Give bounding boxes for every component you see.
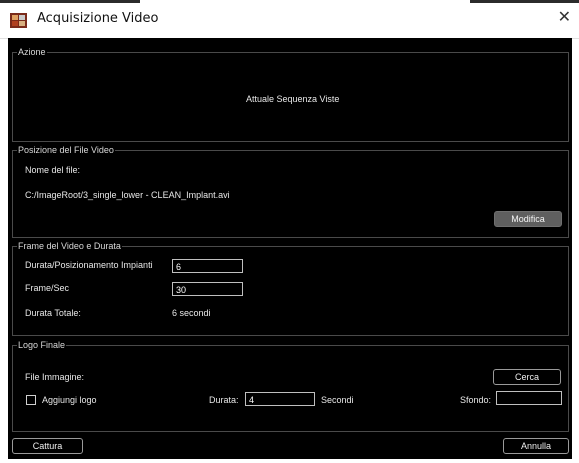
total-duration-label: Durata Totale: <box>25 308 81 318</box>
dialog-content: Azione Attuale Sequenza Viste Posizione … <box>8 38 572 459</box>
close-icon[interactable]: ✕ <box>558 9 571 25</box>
file-position-legend: Posizione del File Video <box>17 144 115 156</box>
add-logo-checkbox[interactable] <box>26 395 36 405</box>
current-sequence-text: Attuale Sequenza Viste <box>246 94 340 104</box>
frame-duration-group: Frame del Video e Durata Durata/Posizion… <box>12 240 569 336</box>
file-path-text: C:/ImageRoot/3_single_lower - CLEAN_Impl… <box>25 190 230 200</box>
image-file-label: File Immagine: <box>25 372 85 382</box>
file-name-label: Nome del file: <box>25 165 81 175</box>
duration-label: Durata/Posizionamento Impianti <box>25 260 153 270</box>
window-title: Acquisizione Video <box>37 11 159 26</box>
add-logo-label: Aggiungi logo <box>42 395 97 405</box>
final-logo-legend: Logo Finale <box>17 339 67 351</box>
azione-group: Azione Attuale Sequenza Viste <box>12 46 569 142</box>
background-label: Sfondo: <box>460 395 492 405</box>
modify-button[interactable]: Modifica <box>494 211 562 227</box>
duration-input[interactable]: 6 <box>172 259 243 273</box>
taskbar-edge <box>0 0 579 3</box>
title-bar[interactable]: Acquisizione Video ✕ <box>0 0 579 39</box>
fps-label: Frame/Sec <box>25 283 70 293</box>
frame-duration-legend: Frame del Video e Durata <box>17 240 122 252</box>
search-button[interactable]: Cerca <box>493 369 561 385</box>
final-logo-group: Logo Finale File Immagine: Cerca Aggiung… <box>12 339 569 432</box>
file-position-group: Posizione del File Video Nome del file: … <box>12 144 569 238</box>
azione-legend: Azione <box>17 46 47 58</box>
fps-input[interactable]: 30 <box>172 282 243 296</box>
video-capture-dialog: Acquisizione Video ✕ Azione Attuale Sequ… <box>0 0 579 463</box>
total-duration-value: 6 secondi <box>172 308 211 318</box>
background-color-field[interactable] <box>496 391 562 405</box>
app-icon <box>10 13 27 28</box>
seconds-label: Secondi <box>321 395 354 405</box>
cancel-button[interactable]: Annulla <box>503 438 569 454</box>
capture-button[interactable]: Cattura <box>12 438 83 454</box>
logo-duration-label: Durata: <box>209 395 239 405</box>
logo-duration-input[interactable]: 4 <box>245 392 315 406</box>
